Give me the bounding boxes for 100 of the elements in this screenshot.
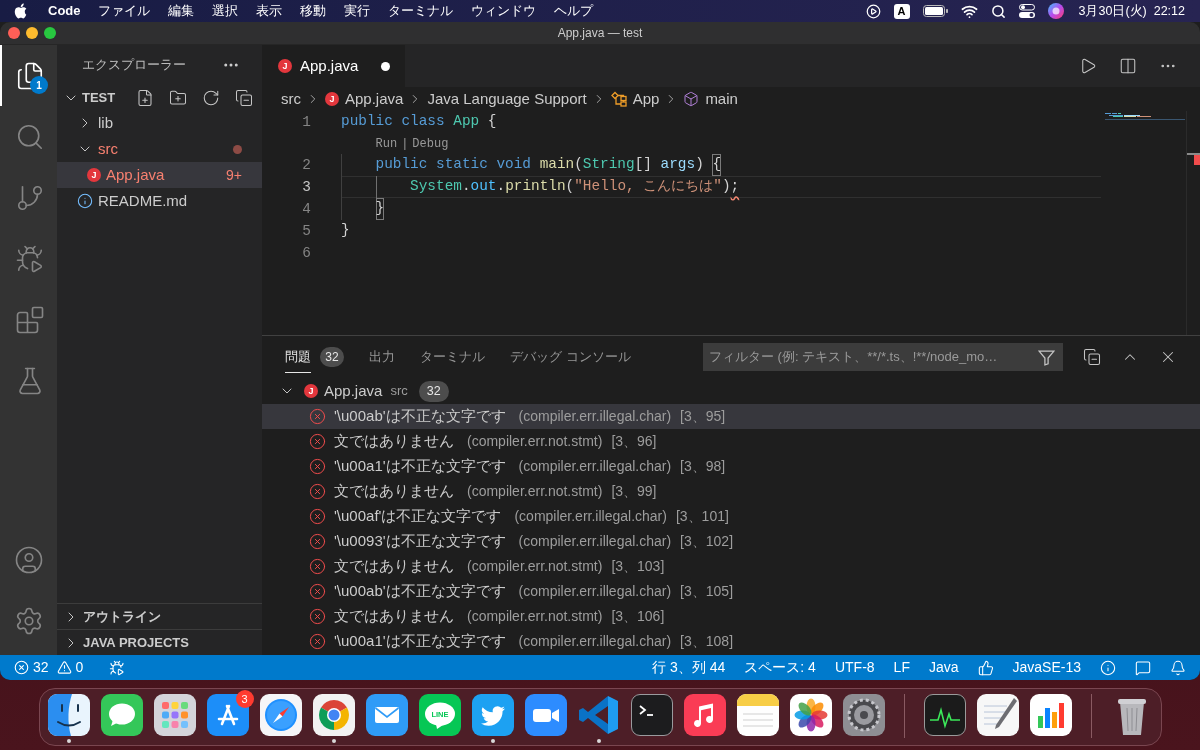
thumbs-up-icon[interactable] (977, 659, 994, 676)
envelope-icon[interactable] (365, 694, 408, 736)
menu-item[interactable]: 表示 (255, 1, 282, 21)
tree-row[interactable]: lib (57, 110, 262, 136)
problem-row[interactable]: '\u00ab'は不正な文字です (compiler.err.illegal.char) [3、95] (262, 404, 1200, 429)
new-folder-icon[interactable] (169, 88, 187, 107)
status-item[interactable]: スペース: 4 (744, 657, 816, 678)
codelens-separator: | (401, 135, 409, 153)
status-item[interactable]: UTF-8 (834, 657, 875, 678)
section-title[interactable]: JAVA PROJECTS (83, 632, 189, 653)
codelens-link[interactable]: Run (375, 134, 398, 153)
line-number: 4 (301, 200, 312, 219)
tree-row[interactable]: src (57, 136, 262, 162)
breadcrumb-item[interactable]: main (683, 87, 738, 111)
chat-bubble-icon[interactable] (100, 694, 143, 736)
breadcrumb-item[interactable]: J App.java (325, 87, 404, 111)
status-item[interactable]: Java (928, 657, 959, 678)
editor-tab[interactable]: J App.java (262, 45, 405, 87)
window-zoom-button[interactable] (44, 27, 56, 39)
compass-icon[interactable] (259, 694, 302, 736)
error-icon (309, 508, 326, 525)
terminal-icon[interactable] (630, 694, 673, 736)
account-icon[interactable] (13, 544, 44, 575)
split-editor-icon[interactable] (1119, 57, 1137, 75)
window-minimize-button[interactable] (26, 27, 38, 39)
color-wheel-icon[interactable] (312, 694, 355, 736)
app-grid-icon[interactable] (153, 694, 196, 736)
warning-icon[interactable] (56, 660, 72, 675)
collapse-all-icon[interactable] (1083, 348, 1101, 366)
bell-icon[interactable] (1170, 659, 1186, 676)
problem-row[interactable]: 文ではありません (compiler.err.not.stmt) [3、96] (262, 429, 1200, 454)
panel-tab[interactable]: 問題 32 (285, 341, 344, 373)
problem-row[interactable]: '\u00ab'は不正な文字です (compiler.err.illegal.char) [3、105] (262, 579, 1200, 604)
bar-chart-icon[interactable] (1029, 694, 1072, 736)
pulse-monitor-icon[interactable] (923, 694, 966, 736)
menu-item[interactable]: 編集 (167, 1, 194, 21)
status-item[interactable]: 行 3、列 44 (652, 657, 726, 678)
menu-bar-date[interactable]: 3月30日(火) (1078, 1, 1147, 21)
panel-tab[interactable]: ターミナル (420, 341, 485, 373)
menu-item[interactable]: ファイル (97, 1, 150, 21)
problem-position: [3、108] (680, 632, 734, 651)
panel-tab[interactable]: 出力 (369, 341, 395, 373)
menu-item[interactable]: 選択 (211, 1, 238, 21)
bug-play-icon[interactable] (109, 659, 126, 676)
crossed-strokes-icon[interactable] (206, 694, 249, 736)
new-file-icon[interactable] (136, 88, 154, 107)
collapse-all-icon[interactable] (235, 88, 253, 107)
tree-row[interactable]: J App.java 9+ (57, 162, 262, 188)
notepad-icon[interactable] (736, 694, 779, 736)
flower-icon[interactable] (789, 694, 832, 736)
section-title[interactable]: アウトライン (83, 606, 161, 627)
warning-count[interactable]: 0 (75, 657, 84, 678)
refresh-icon[interactable] (202, 88, 220, 107)
info-icon[interactable] (1100, 659, 1116, 676)
video-camera-icon[interactable] (524, 694, 567, 736)
menu-item[interactable]: ヘルプ (553, 1, 593, 21)
error-icon (309, 558, 326, 575)
orb-icon[interactable] (1047, 3, 1064, 19)
panel-tab[interactable]: デバッグ コンソール (510, 341, 631, 373)
app-menu[interactable]: Code (48, 1, 81, 21)
music-note-icon[interactable] (683, 694, 726, 736)
menu-item[interactable]: 移動 (299, 1, 326, 21)
pen-and-paper-icon[interactable] (976, 694, 1019, 736)
battery-icon[interactable] (922, 5, 948, 17)
codelens-link[interactable]: Debug (412, 134, 449, 153)
problem-row[interactable]: '\u00af'は不正な文字です (compiler.err.illegal.char) [3、101] (262, 504, 1200, 529)
problem-code: (compiler.err.not.stmt) (467, 482, 603, 501)
status-item[interactable]: JavaSE-13 (1012, 657, 1081, 678)
breadcrumb-item[interactable]: Java Language Support (427, 87, 587, 111)
problem-row[interactable]: '\u0093'は不正な文字です (compiler.err.illegal.char) [3、102] (262, 529, 1200, 554)
gear-icon[interactable] (842, 694, 885, 736)
status-item[interactable]: LF (893, 657, 910, 678)
apple-logo-icon[interactable] (14, 3, 27, 19)
workspace-title[interactable]: TEST (82, 87, 116, 108)
folder-name: src (98, 138, 118, 159)
window-close-button[interactable] (8, 27, 20, 39)
menu-item[interactable]: 実行 (343, 1, 370, 21)
input-source-indicator[interactable]: A (893, 3, 910, 19)
play-circle-icon[interactable] (865, 3, 881, 19)
problem-row[interactable]: '\u00a1'は不正な文字です (compiler.err.illegal.char) [3、108] (262, 629, 1200, 654)
filter-icon[interactable] (1038, 348, 1055, 366)
breadcrumb-item[interactable]: App (610, 87, 660, 111)
filter-field[interactable]: フィルター (例: テキスト、**/*.ts、!**/node_mo… (703, 343, 1063, 371)
folded-ribbon-icon[interactable] (577, 694, 620, 736)
menu-item[interactable]: ウィンドウ (470, 1, 536, 21)
smiling-face-icon[interactable] (47, 694, 90, 736)
problem-row[interactable]: '\u00a1'は不正な文字です (compiler.err.illegal.char) [3、98] (262, 454, 1200, 479)
search-icon[interactable] (990, 3, 1006, 19)
menu-bar-time[interactable]: 22:12 (1153, 1, 1185, 21)
bird-icon[interactable] (471, 694, 514, 736)
problem-row[interactable]: 文ではありません (compiler.err.not.stmt) [3、103] (262, 554, 1200, 579)
problem-row[interactable]: 文ではありません (compiler.err.not.stmt) [3、99] (262, 479, 1200, 504)
breadcrumb-item[interactable]: src (281, 87, 301, 111)
tree-row[interactable]: README.md (57, 188, 262, 214)
menu-item[interactable]: ターミナル (387, 1, 453, 21)
error-icon[interactable] (14, 660, 29, 675)
error-count[interactable]: 32 (33, 657, 49, 678)
toggles-icon[interactable] (1018, 4, 1035, 18)
problem-row[interactable]: 文ではありません (compiler.err.not.stmt) [3、106] (262, 604, 1200, 629)
run-icon[interactable] (1079, 57, 1097, 75)
